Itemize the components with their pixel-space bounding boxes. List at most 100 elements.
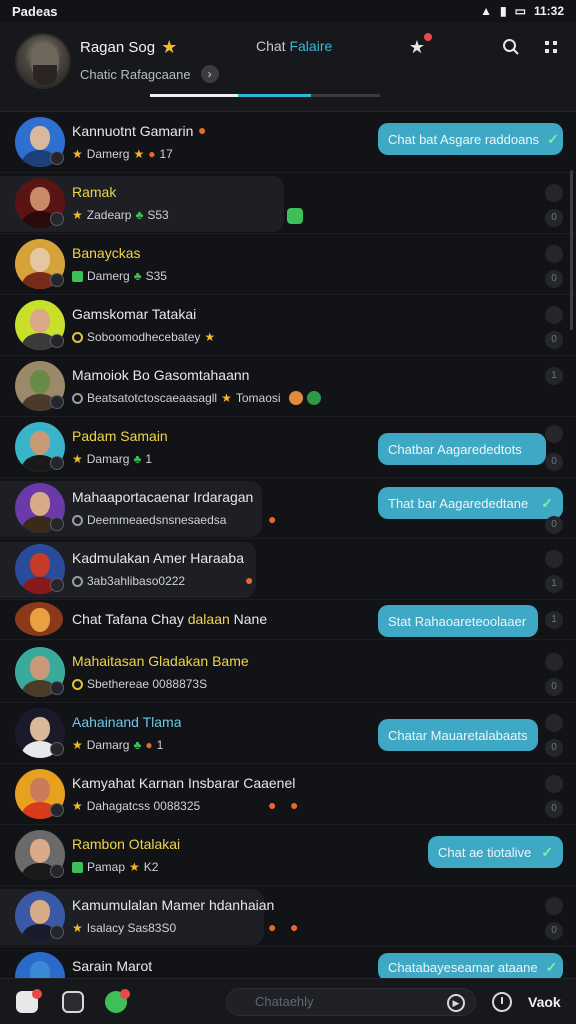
chat-row[interactable]: Kamyahat Karnan Insbarar Caaenel ★ Dahag…	[0, 764, 576, 825]
chat-row[interactable]: Banayckas Damerg ♣ S35 0	[0, 234, 576, 295]
status-indicator-count: 1	[545, 611, 563, 629]
tab-indicator-primary	[150, 94, 238, 97]
chat-row[interactable]: Kadmulakan Amer Haraaba 3ab3ahlibaso0222…	[0, 539, 576, 600]
chat-name: Gamskomar Tatakai	[72, 306, 197, 322]
profile-name[interactable]: Ragan Sog ★	[80, 37, 177, 58]
chat-action-pill[interactable]: That bar Aagarededtane ✓	[378, 487, 563, 519]
check-icon: ✓	[547, 130, 559, 147]
chat-meta: ★ Damerg ★ ● 17	[72, 147, 173, 161]
fire-icon: ●	[245, 572, 254, 588]
profile-name-text: Ragan Sog	[80, 39, 156, 56]
status-ring-icon	[72, 514, 83, 526]
chat-meta-text: Damerg	[86, 147, 130, 161]
chat-row[interactable]: Ramak ★ Zadearp ♣ S53 0	[0, 173, 576, 234]
status-indicator	[545, 775, 563, 793]
chat-row[interactable]: Mahaaportacaenar Irdaragan Deemmeaedsnsn…	[0, 478, 576, 539]
search-icon	[503, 39, 519, 55]
chat-row[interactable]: Aahainand Tlama ★ Damarg ♣ ● 1 Chatar Ma…	[0, 703, 576, 764]
notification-button[interactable]: ★	[404, 32, 433, 60]
chat-row[interactable]: Rambon Otalakai Pamap ★ K2 Chat ae tiota…	[0, 825, 576, 886]
chat-name-text: Chat Tafana Chay	[72, 611, 184, 627]
chat-action-pill[interactable]: Chatbar Aagarededtots	[378, 433, 546, 465]
profile-status[interactable]: Chatic Rafagcaane ›	[80, 65, 219, 83]
check-icon: ✓	[541, 843, 553, 860]
status-indicator-count: 0	[545, 922, 563, 940]
avatar-head	[30, 309, 50, 333]
chat-meta: 3ab3ahlibaso0222	[72, 574, 185, 588]
chat-name: Kannuotnt Gamarin	[72, 123, 194, 139]
send-icon[interactable]: ▶	[447, 994, 465, 1012]
status-indicator	[545, 550, 563, 568]
message-search-input[interactable]: Chataehly ▶	[226, 988, 476, 1016]
clock-icon[interactable]	[492, 992, 512, 1012]
check-icon: ✓	[541, 494, 553, 511]
online-badge	[50, 395, 64, 409]
chat-action-pill[interactable]: Chatar Mauaretalabaats	[378, 719, 538, 751]
status-bar: Padeas ▲ ▮ ▭ 11:32	[0, 0, 576, 22]
chat-meta: ★ Dahagatcss 0088325	[72, 799, 200, 813]
chat-meta: ★ Damarg ♣ ● 1	[72, 738, 163, 752]
online-badge	[50, 803, 64, 817]
chat-meta-count: 1	[145, 452, 153, 466]
chevron-right-icon[interactable]: ›	[200, 65, 219, 83]
search-button[interactable]	[498, 34, 524, 60]
chat-meta-text: Deemmeaedsnsnesaedsa	[87, 513, 227, 527]
chat-action-pill[interactable]: Chat ae tiotalive ✓	[428, 836, 563, 868]
status-indicator-count: 0	[545, 516, 563, 534]
games-tab-badge	[120, 989, 130, 999]
store-tab-icon[interactable]	[62, 991, 84, 1013]
status-icons: ▲ ▮ ▭ 11:32	[480, 4, 564, 18]
star-icon: ★	[133, 147, 145, 161]
bottom-label[interactable]: Vaok	[528, 994, 561, 1010]
chat-meta: Soboomodhecebatey ★	[72, 330, 215, 344]
pill-label: Chat bat Asgare raddoans	[388, 131, 540, 147]
profile-tab-badge	[32, 989, 42, 999]
game-icon	[72, 270, 83, 282]
pill-label: Chat ae tiotalive	[438, 844, 532, 860]
chat-avatar[interactable]	[15, 952, 65, 978]
fire-icon: ●	[198, 122, 207, 138]
chat-row[interactable]: Kannuotnt Gamarin ● ★ Damerg ★ ● 17 Chat…	[0, 112, 576, 173]
chat-meta-count: S53	[147, 208, 169, 222]
chat-row[interactable]: Padam Samain ★ Damarg ♣ 1 Chatbar Aagare…	[0, 417, 576, 478]
chat-row[interactable]: Sarain Marot Chatabayeseamar ataane ✓	[0, 947, 576, 978]
star-icon: ★	[72, 147, 83, 161]
chat-meta-text: Sbethereae 0088873S	[87, 677, 208, 691]
signal-icon: ▮	[500, 4, 507, 18]
chat-name: Chat Tafana Chay dalaan Nane	[72, 611, 267, 627]
bottom-bar: Chataehly ▶ Vaok	[0, 978, 576, 1024]
pill-label: Stat Rahaoareteoolaaer	[388, 613, 527, 629]
chat-row[interactable]: Mamoiok Bo Gasomtahaann Beatsatotctoscae…	[0, 356, 576, 417]
chat-action-pill[interactable]: Chat bat Asgare raddoans ✓	[378, 123, 563, 155]
chat-action-pill[interactable]: Stat Rahaoareteoolaaer	[378, 605, 538, 637]
leaf-icon	[306, 391, 321, 405]
chat-meta-text: Zadearp	[86, 208, 132, 222]
chat-action-pill[interactable]: Chatabayeseamar ataane ✓	[378, 953, 563, 978]
avatar-beard	[33, 65, 57, 85]
chat-row[interactable]: Chat Tafana Chay dalaan Nane Stat Rahaoa…	[0, 600, 576, 640]
chat-list[interactable]: Kannuotnt Gamarin ● ★ Damerg ★ ● 17 Chat…	[0, 112, 576, 978]
fire-icon: ●	[145, 738, 153, 752]
online-badge	[50, 925, 64, 939]
chat-meta: Sbethereae 0088873S	[72, 677, 207, 691]
scrollbar[interactable]	[570, 170, 573, 330]
star-icon: ★	[204, 330, 216, 344]
avatar-head	[30, 839, 50, 863]
profile-avatar[interactable]	[15, 33, 71, 89]
chat-meta: ★ Damarg ♣ 1	[72, 452, 152, 466]
chat-meta-text: 3ab3ahlibaso0222	[87, 574, 186, 588]
grid-menu-icon	[545, 41, 557, 53]
chat-row[interactable]: Gamskomar Tatakai Soboomodhecebatey ★ 0	[0, 295, 576, 356]
game-icon	[72, 861, 83, 873]
chat-meta-text: Damarg	[86, 738, 130, 752]
header-title: Chat Falaire	[256, 38, 332, 54]
menu-button[interactable]	[538, 34, 564, 60]
chat-row[interactable]: Mahaitasan Gladakan Bame Sbethereae 0088…	[0, 642, 576, 703]
avatar-head	[30, 370, 50, 394]
chat-row[interactable]: Kamumulalan Mamer hdanhaian ★ Isalacy Sa…	[0, 886, 576, 947]
chat-avatar[interactable]	[15, 602, 63, 636]
header-title-prefix: Chat	[256, 38, 286, 54]
chat-name: Ramak	[72, 184, 117, 200]
chat-name: Mamoiok Bo Gasomtahaann	[72, 367, 250, 383]
chat-name: Sarain Marot	[72, 958, 153, 974]
